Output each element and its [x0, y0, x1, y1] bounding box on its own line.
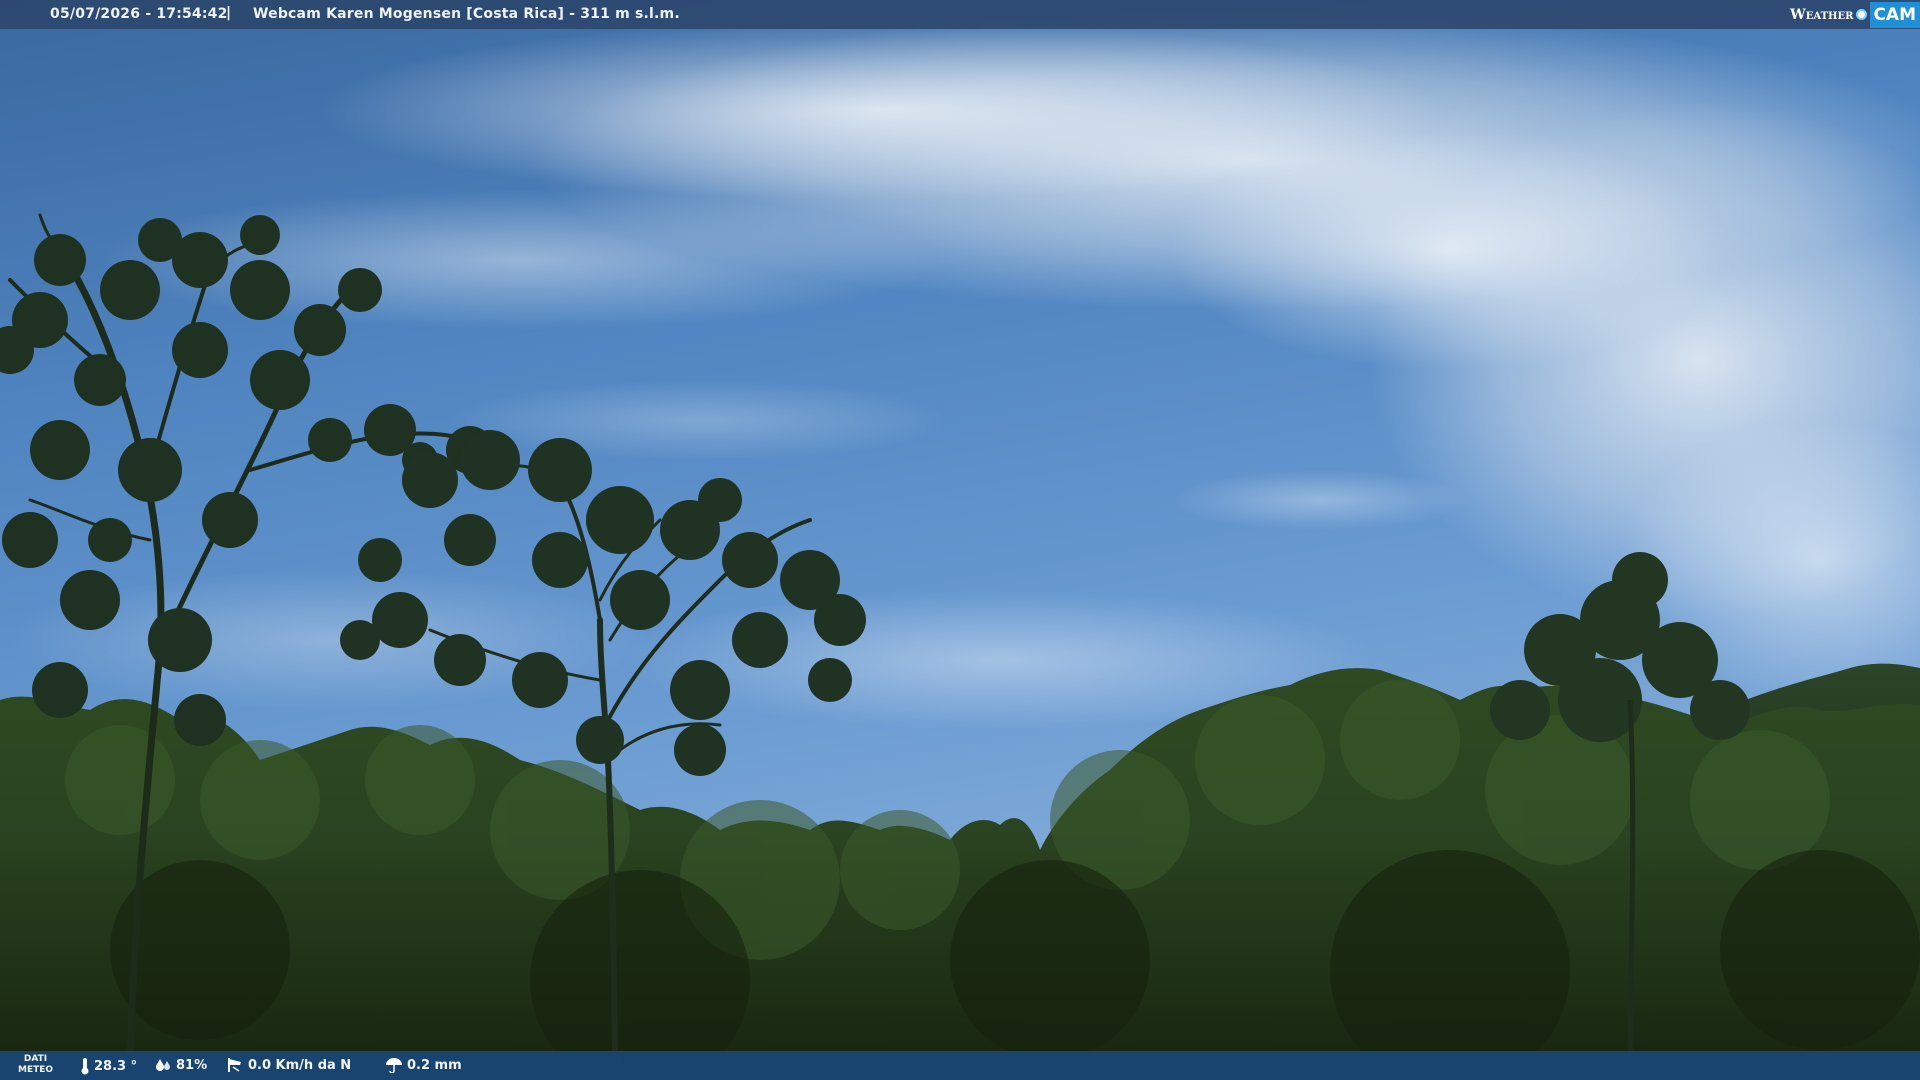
temperature-value: 28.3 °: [94, 1058, 138, 1074]
webcam-info-bar: 05/07/2026 - 17:54:42 | Webcam Karen Mog…: [0, 0, 1920, 29]
header-separator: |: [226, 5, 232, 21]
humidity-reading: 81%: [154, 1057, 207, 1073]
rain-value: 0.2 mm: [407, 1057, 462, 1073]
logo-cam-text: CAM: [1870, 1, 1920, 28]
weather-data-bar: DATI METEO 28.3 ° 81% 0.0 Km/h da N 0.2 …: [0, 1051, 1920, 1080]
logo-dot-icon: [1856, 9, 1868, 20]
weathercam-logo[interactable]: Weather CAM: [1790, 0, 1920, 29]
temperature-reading: 28.3 °: [80, 1057, 137, 1075]
capture-timestamp: 05/07/2026 - 17:54:42: [50, 6, 228, 22]
humidity-drops-icon: [156, 1059, 170, 1071]
wind-sock-icon: [228, 1058, 241, 1072]
thermometer-icon: [81, 1058, 89, 1075]
webcam-image: [0, 0, 1920, 1080]
weather-bar-label-line1: DATI: [23, 1054, 48, 1064]
wind-value: 0.0 Km/h da N: [248, 1057, 352, 1073]
weather-bar-label: DATI METEO: [18, 1054, 53, 1076]
wind-reading: 0.0 Km/h da N: [226, 1057, 351, 1073]
rain-reading: 0.2 mm: [385, 1057, 462, 1073]
weather-bar-label-line2: METEO: [18, 1065, 54, 1075]
webcam-title: Webcam Karen Mogensen [Costa Rica] - 311…: [253, 6, 680, 22]
rain-umbrella-icon: [386, 1058, 402, 1073]
webcam-frame: 05/07/2026 - 17:54:42 | Webcam Karen Mog…: [0, 0, 1920, 1080]
humidity-value: 81%: [176, 1057, 208, 1073]
logo-weather-text: Weather: [1790, 6, 1854, 23]
